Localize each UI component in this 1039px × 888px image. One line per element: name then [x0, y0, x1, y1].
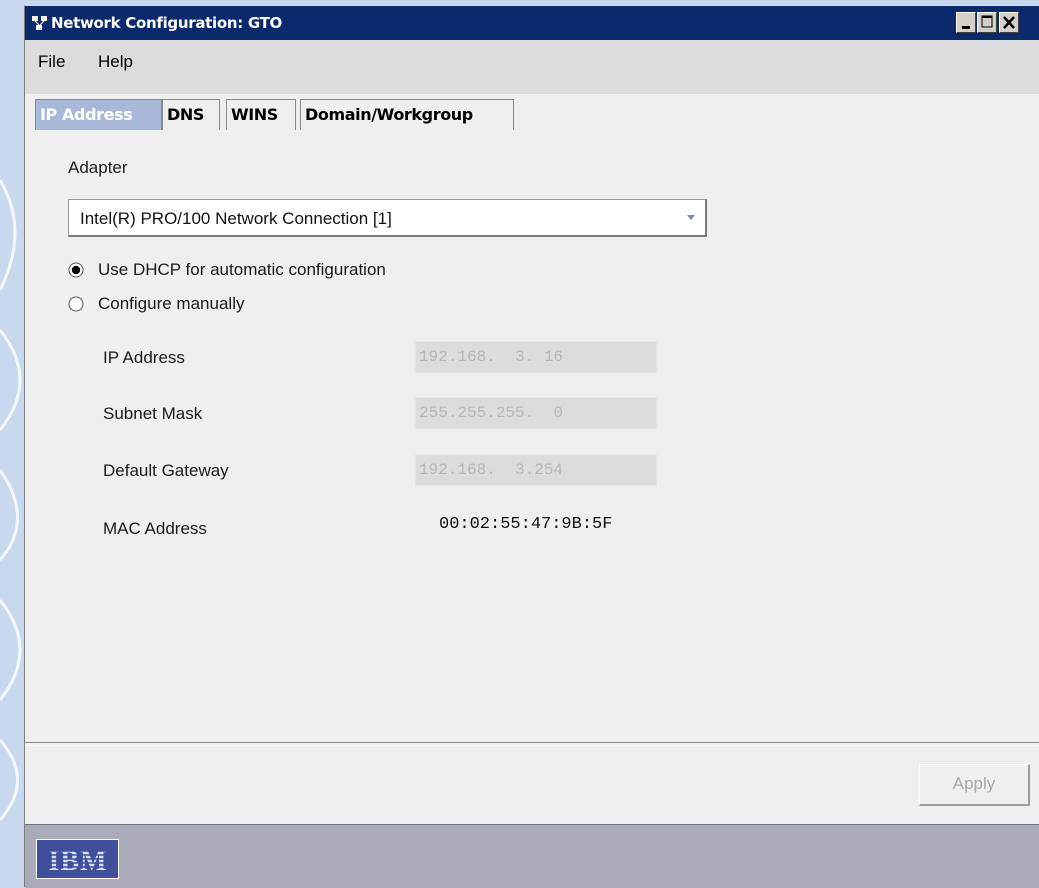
menu-bar: File Help — [25, 40, 1039, 94]
dhcp-radio[interactable] — [68, 262, 84, 278]
maximize-button[interactable] — [977, 12, 997, 33]
mac-address-value: 00:02:55:47:9B:5F — [439, 515, 613, 534]
network-icon — [32, 16, 47, 30]
ibm-logo: IBM — [36, 839, 119, 879]
status-bar: IBM — [25, 824, 1039, 888]
chevron-down-icon — [687, 215, 695, 220]
ip-address-field[interactable]: 192.168. 3. 16 — [415, 341, 657, 373]
footer-divider — [25, 742, 1039, 746]
menu-help[interactable]: Help — [98, 52, 133, 72]
adapter-select[interactable]: Intel(R) PRO/100 Network Connection [1] — [68, 199, 707, 237]
tab-domain-workgroup[interactable]: Domain/Workgroup — [300, 99, 514, 130]
title-bar[interactable]: Network Configuration: GTO — [25, 6, 1039, 40]
dhcp-label[interactable]: Use DHCP for automatic configuration — [98, 260, 386, 280]
minimize-icon — [962, 26, 970, 29]
default-gateway-field[interactable]: 192.168. 3.254 — [415, 454, 657, 486]
default-gateway-label: Default Gateway — [103, 461, 229, 480]
close-button[interactable] — [999, 12, 1019, 33]
maximize-icon — [981, 15, 993, 28]
tab-wins[interactable]: WINS — [226, 99, 296, 130]
window-title: Network Configuration: GTO — [51, 14, 282, 32]
manual-label[interactable]: Configure manually — [98, 294, 244, 314]
ip-address-label: IP Address — [103, 348, 185, 367]
close-icon — [1003, 16, 1015, 29]
apply-button[interactable]: Apply — [919, 764, 1030, 806]
subnet-mask-field[interactable]: 255.255.255. 0 — [415, 397, 657, 429]
tab-dns[interactable]: DNS — [162, 99, 220, 130]
network-config-window: Network Configuration: GTO File Help IP … — [24, 5, 1039, 888]
subnet-mask-label: Subnet Mask — [103, 404, 203, 423]
tab-strip: IP Address DNS WINS Domain/Workgroup — [25, 94, 1039, 134]
adapter-label: Adapter — [68, 158, 128, 177]
tab-ip-address[interactable]: IP Address — [35, 99, 162, 130]
minimize-button[interactable] — [956, 12, 976, 33]
manual-radio[interactable] — [68, 296, 84, 312]
adapter-select-value: Intel(R) PRO/100 Network Connection [1] — [80, 209, 392, 228]
menu-file[interactable]: File — [38, 52, 65, 72]
ip-address-panel: Adapter Intel(R) PRO/100 Network Connect… — [25, 134, 1039, 742]
mac-address-label: MAC Address — [103, 519, 207, 538]
